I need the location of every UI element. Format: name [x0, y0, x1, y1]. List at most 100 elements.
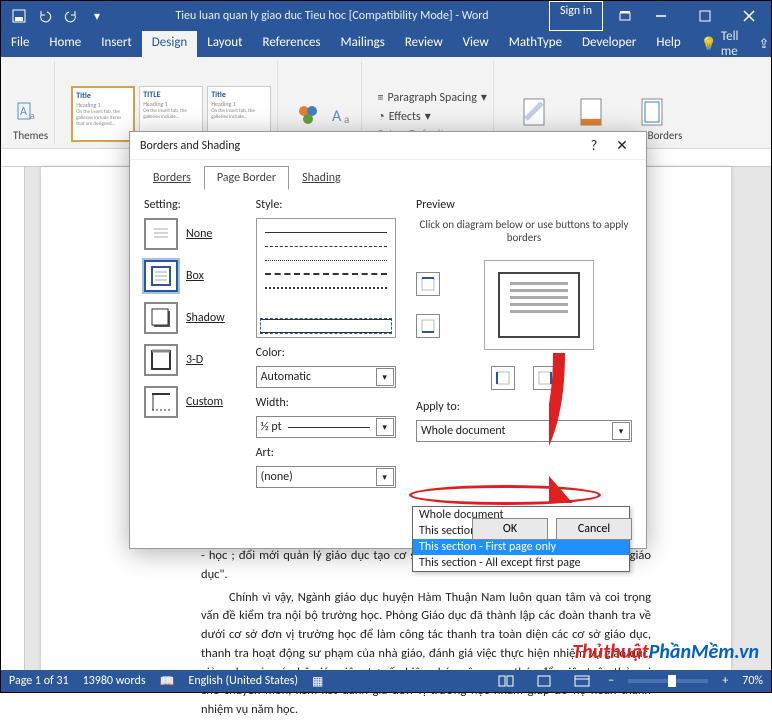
width-combo[interactable]: ½ pt▾ [256, 416, 396, 438]
tab-mailings[interactable]: Mailings [331, 31, 395, 57]
status-bar: Page 1 of 31 13980 words 📖 English (Unit… [1, 670, 771, 692]
tab-file[interactable]: File [1, 31, 39, 57]
effects-button[interactable]: ◔Effects ▾ [378, 109, 487, 124]
tab-references[interactable]: References [253, 31, 331, 57]
help-button[interactable]: ? [580, 137, 608, 154]
shadow-icon [144, 302, 178, 334]
web-layout-button[interactable] [570, 672, 594, 690]
share-icon: ⇪ [759, 37, 770, 52]
zoom-in-button[interactable]: + [722, 674, 728, 688]
status-words[interactable]: 13980 words [83, 674, 146, 688]
paragraph-spacing-button[interactable]: ≡Paragraph Spacing ▾ [378, 90, 487, 105]
read-mode-button[interactable] [494, 672, 518, 690]
tab-review[interactable]: Review [395, 31, 453, 57]
share-button[interactable]: ⇪Share [749, 31, 772, 57]
tab-view[interactable]: View [453, 31, 499, 57]
tab-page-border[interactable]: Page Border [204, 166, 289, 190]
status-spellcheck-icon[interactable]: 📖 [160, 674, 175, 689]
themes-icon: Aa [16, 97, 46, 127]
zoom-level[interactable]: 70% [742, 674, 763, 688]
box-icon [144, 260, 178, 292]
style-listbox[interactable] [256, 218, 396, 338]
close-icon[interactable]: ✕ [608, 137, 636, 154]
themes-button[interactable]: Aa Themes [13, 97, 48, 142]
tab-design[interactable]: Design [142, 31, 197, 57]
style-label: Style: [256, 198, 402, 212]
colors-icon [296, 103, 320, 127]
dialog-title-bar[interactable]: Borders and Shading ? ✕ [130, 132, 646, 160]
tell-me-search[interactable]: 💡Tell me [691, 31, 749, 57]
page-borders-icon [638, 97, 668, 127]
title-bar: ▾ Tieu luan quan ly giao duc Tieu hoc [C… [1, 1, 771, 31]
themes-label: Themes [13, 129, 48, 142]
style-set-thumb[interactable]: TitleHeading 1On the Insert tab, the gal… [71, 86, 135, 142]
chevron-down-icon: ▾ [376, 468, 394, 486]
maximize-button[interactable] [683, 1, 727, 31]
ribbon-tabs: File Home Insert Design Layout Reference… [1, 31, 771, 57]
zoom-slider[interactable] [628, 679, 708, 683]
setting-shadow[interactable]: Shadow [144, 302, 242, 334]
setting-3d[interactable]: 3-D [144, 344, 242, 376]
tab-layout[interactable]: Layout [197, 31, 252, 57]
none-icon [144, 218, 178, 250]
sign-in-button[interactable]: Sign in [549, 1, 603, 31]
status-language[interactable]: English (United States) [188, 674, 298, 688]
svg-text:a: a [344, 113, 349, 126]
ok-button[interactable]: OK [472, 518, 548, 540]
svg-text:a: a [30, 109, 35, 122]
color-combo[interactable]: Automatic▾ [256, 366, 396, 388]
color-label: Color: [256, 346, 402, 360]
print-layout-button[interactable] [532, 672, 556, 690]
status-page[interactable]: Page 1 of 31 [9, 674, 69, 688]
page-color-icon [577, 97, 607, 127]
brand-watermark: ThủthuậtPhầnMềm.vn [572, 640, 759, 664]
apply-opt-first-page[interactable]: This section - First page only [413, 539, 629, 555]
tab-home[interactable]: Home [39, 31, 91, 57]
tab-mathtype[interactable]: MathType [499, 31, 572, 57]
border-right-button[interactable] [533, 366, 557, 390]
cancel-button[interactable]: Cancel [556, 518, 632, 540]
ribbon-options-icon[interactable] [611, 1, 639, 31]
bulb-icon: 💡 [701, 37, 717, 52]
art-label: Art: [256, 446, 402, 460]
undo-icon[interactable] [33, 4, 57, 28]
custom-icon [144, 386, 178, 418]
chevron-down-icon: ▾ [376, 368, 394, 386]
themes-group: Aa Themes [7, 61, 55, 144]
setting-none[interactable]: None [144, 218, 242, 250]
border-left-button[interactable] [491, 366, 515, 390]
qat-customize-icon[interactable]: ▾ [85, 4, 109, 28]
setting-label: Setting: [144, 198, 242, 212]
svg-text:A: A [332, 107, 342, 126]
status-macro-icon[interactable]: ▦ [312, 674, 323, 689]
setting-custom[interactable]: Custom [144, 386, 242, 418]
zoom-out-button[interactable]: − [608, 674, 614, 688]
border-top-button[interactable] [416, 272, 440, 296]
apply-to-combo[interactable]: Whole document▾ [416, 420, 632, 442]
close-button[interactable] [727, 1, 771, 31]
dialog-tabs: Borders Page Border Shading [130, 160, 646, 190]
preview-hint: Click on diagram below or use buttons to… [416, 218, 632, 244]
width-label: Width: [256, 396, 402, 410]
tab-shading[interactable]: Shading [289, 166, 354, 190]
border-bottom-button[interactable] [416, 314, 440, 338]
dialog-title: Borders and Shading [140, 139, 580, 153]
tab-help[interactable]: Help [646, 31, 690, 57]
vertical-ruler[interactable] [1, 167, 25, 670]
minimize-button[interactable] [639, 1, 683, 31]
save-icon[interactable] [7, 4, 31, 28]
art-combo[interactable]: (none)▾ [256, 466, 396, 488]
preview-diagram[interactable] [484, 260, 594, 350]
redo-icon[interactable] [59, 4, 83, 28]
preview-label: Preview [416, 198, 632, 212]
setting-box[interactable]: Box [144, 260, 242, 292]
apply-to-label: Apply to: [416, 400, 632, 414]
effects-icon: ◔ [378, 109, 385, 124]
svg-text:A: A [20, 105, 27, 119]
borders-shading-dialog: Borders and Shading ? ✕ Borders Page Bor… [129, 131, 647, 549]
tab-borders[interactable]: Borders [140, 166, 204, 190]
tab-developer[interactable]: Developer [572, 31, 646, 57]
apply-opt-except-first[interactable]: This section - All except first page [413, 555, 629, 571]
tab-insert[interactable]: Insert [91, 31, 142, 57]
quick-access-toolbar: ▾ [1, 4, 115, 28]
